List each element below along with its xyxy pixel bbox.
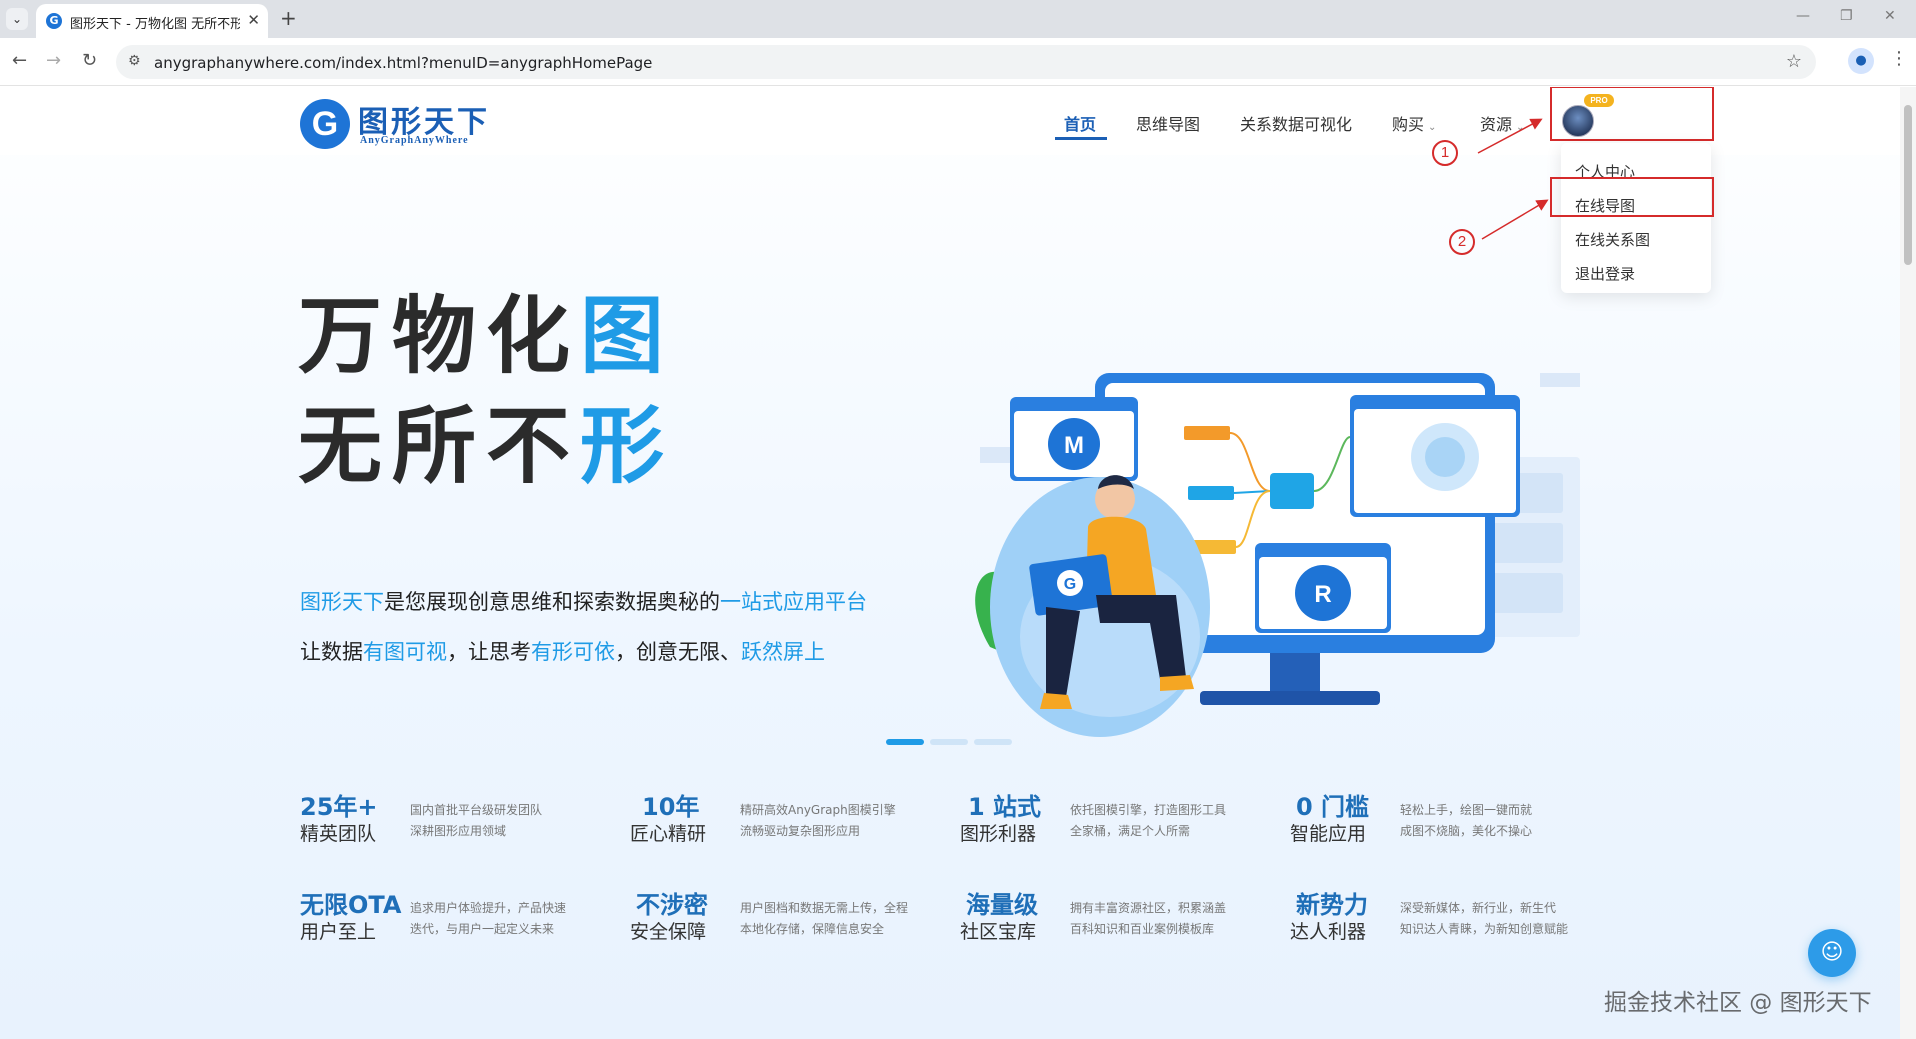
illustration-m-logo: M	[1064, 432, 1084, 459]
hero-title-line1: 万物化图	[298, 287, 675, 385]
carousel-dot[interactable]	[886, 739, 924, 745]
stat-item: 不涉密 安全保障 用户图档和数据无需上传，全程 本地化存储，保障信息安全	[630, 885, 960, 945]
stat-value: 10年	[642, 793, 700, 821]
stat-item: 无限OTA 用户至上 追求用户体验提升，产品快速 迭代，与用户一起定义未来	[300, 885, 630, 945]
stat-item: 海量级 社区宝库 拥有丰富资源社区，积累涵盖 百科知识和百业案例模板库	[960, 885, 1290, 945]
annotation-box-avatar	[1550, 87, 1714, 141]
carousel-dot[interactable]	[930, 739, 968, 745]
stat-description: 深耕图形应用领域	[410, 824, 507, 838]
stat-description: 知识达人青睐，为新知创意赋能	[1400, 922, 1569, 936]
nav-buy[interactable]: 购买 ⌄	[1392, 111, 1436, 135]
omnibox[interactable]: ⚙ anygraphanywhere.com/index.html?menuID…	[116, 45, 1816, 79]
nav-mindmap[interactable]: 思维导图	[1136, 111, 1200, 135]
browser-tab[interactable]: G 图形天下 - 万物化图 无所不形 ✕	[36, 4, 268, 38]
logo-icon[interactable]: G	[300, 99, 350, 149]
back-arrow-icon[interactable]: ←	[12, 50, 27, 71]
stat-value: 海量级	[966, 891, 1038, 919]
stat-label: 匠心精研	[630, 823, 707, 845]
annotation-box-online-mindmap	[1550, 177, 1714, 217]
stat-description: 迭代，与用户一起定义未来	[410, 922, 555, 936]
stat-value: 新势力	[1296, 891, 1368, 919]
annotation-marker-2: 2	[1449, 229, 1475, 255]
stat-item: 10年 匠心精研 精研高效AnyGraph图模引擎 流畅驱动复杂图形应用	[630, 787, 960, 847]
tab-title: 图形天下 - 万物化图 无所不形	[70, 17, 240, 32]
close-window-icon[interactable]: ✕	[1884, 8, 1896, 24]
hero-title-line2: 无所不形	[298, 397, 675, 495]
stat-description: 轻松上手，绘图一键而就	[1400, 803, 1533, 817]
hero-illustration: M R G	[975, 373, 1580, 737]
stat-label: 图形利器	[960, 823, 1037, 845]
stat-label: 达人利器	[1290, 921, 1367, 943]
nav-active-underline	[1055, 137, 1107, 140]
stat-item: 1 站式 图形利器 依托图模引擎，打造图形工具 全家桶，满足个人所需	[960, 787, 1290, 847]
carousel-indicators	[886, 730, 1018, 749]
illustration-laptop-logo: G	[1064, 576, 1076, 593]
illustration-r-logo: R	[1314, 581, 1331, 608]
smile-chat-icon[interactable]: ☺	[1808, 929, 1856, 977]
stat-description: 百科知识和百业案例模板库	[1070, 922, 1215, 936]
stat-value: 25年+	[300, 793, 378, 821]
stat-description: 精研高效AnyGraph图模引擎	[740, 803, 896, 817]
stat-label: 用户至上	[300, 921, 377, 943]
menu-item-online-relation-graph[interactable]: 在线关系图	[1575, 229, 1650, 250]
stat-description: 成图不烧脑，美化不操心	[1400, 824, 1533, 838]
tab-list-button[interactable]: ⌄	[6, 8, 28, 30]
hero-tagline-2: 让数据有图可视，让思考有形可依，创意无限、跃然屏上	[300, 640, 825, 664]
stat-description: 依托图模引擎，打造图形工具	[1070, 803, 1227, 817]
stat-item: 25年+ 精英团队 国内首批平台级研发团队 深耕图形应用领域	[300, 787, 630, 847]
user-dropdown-menu: 个人中心 在线导图 在线关系图 退出登录	[1561, 143, 1711, 293]
stat-label: 智能应用	[1290, 823, 1367, 845]
nav-home[interactable]: 首页	[1064, 111, 1096, 135]
stat-description: 追求用户体验提升，产品快速	[410, 901, 567, 915]
forward-arrow-icon[interactable]: →	[46, 50, 61, 71]
chevron-down-icon: ⌄	[1516, 122, 1525, 133]
hero-tagline-1: 图形天下是您展现创意思维和探索数据奥秘的一站式应用平台	[300, 590, 867, 614]
stat-description: 本地化存储，保障信息安全	[740, 922, 885, 936]
stat-description: 拥有丰富资源社区，积累涵盖	[1070, 901, 1227, 915]
stat-description: 国内首批平台级研发团队	[410, 803, 543, 817]
tab-favicon-icon: G	[46, 13, 62, 29]
reload-icon[interactable]: ↻	[82, 50, 97, 71]
plus-icon[interactable]: +	[280, 6, 297, 30]
stat-item: 新势力 达人利器 深受新媒体，新行业，新生代 知识达人青睐，为新知创意赋能	[1290, 885, 1620, 945]
stat-value: 1 站式	[968, 793, 1042, 821]
stat-item: 0 门槛 智能应用 轻松上手，绘图一键而就 成图不烧脑，美化不操心	[1290, 787, 1620, 847]
minimize-icon[interactable]: —	[1796, 8, 1810, 24]
tune-icon[interactable]: ⚙	[128, 53, 141, 69]
nav-relation-visualization[interactable]: 关系数据可视化	[1240, 111, 1352, 135]
stat-label: 社区宝库	[960, 921, 1037, 943]
stat-description: 用户图档和数据无需上传，全程	[740, 901, 909, 915]
stat-description: 深受新媒体，新行业，新生代	[1400, 901, 1557, 915]
stat-description: 全家桶，满足个人所需	[1070, 824, 1191, 838]
scrollbar-thumb[interactable]	[1904, 105, 1912, 265]
chevron-down-icon: ⌄	[1428, 122, 1437, 133]
watermark: 掘金技术社区 @ 图形天下	[1604, 990, 1872, 1016]
close-icon[interactable]: ✕	[247, 11, 260, 29]
stat-value: 无限OTA	[300, 891, 402, 919]
address-toolbar: ← → ↻ ⚙ anygraphanywhere.com/index.html?…	[0, 38, 1916, 86]
stat-description: 流畅驱动复杂图形应用	[740, 824, 861, 838]
annotation-arrow-2	[1481, 199, 1549, 240]
page-scrollbar[interactable]	[1900, 87, 1916, 1039]
star-icon[interactable]: ☆	[1786, 51, 1802, 72]
stat-value: 0 门槛	[1296, 793, 1370, 821]
url-text[interactable]: anygraphanywhere.com/index.html?menuID=a…	[154, 54, 652, 72]
browser-tab-bar: ⌄ G 图形天下 - 万物化图 无所不形 ✕ + — ❐ ✕	[0, 0, 1916, 38]
stat-label: 精英团队	[300, 823, 377, 845]
nav-resources[interactable]: 资源 ⌄	[1480, 111, 1524, 135]
chevron-down-icon: ⌄	[11, 12, 23, 26]
web-page: G 图形天下 AnyGraphAnyWhere 首页 思维导图 关系数据可视化 …	[0, 87, 1900, 1039]
carousel-dot[interactable]	[974, 739, 1012, 745]
kebab-menu-icon[interactable]: ⋮	[1890, 48, 1908, 69]
stat-value: 不涉密	[636, 891, 708, 919]
stat-label: 安全保障	[630, 921, 707, 943]
annotation-marker-1: 1	[1432, 140, 1458, 166]
person-icon[interactable]: ●	[1848, 48, 1874, 74]
logo-subtitle: AnyGraphAnyWhere	[360, 135, 469, 146]
restore-icon[interactable]: ❐	[1840, 8, 1853, 24]
